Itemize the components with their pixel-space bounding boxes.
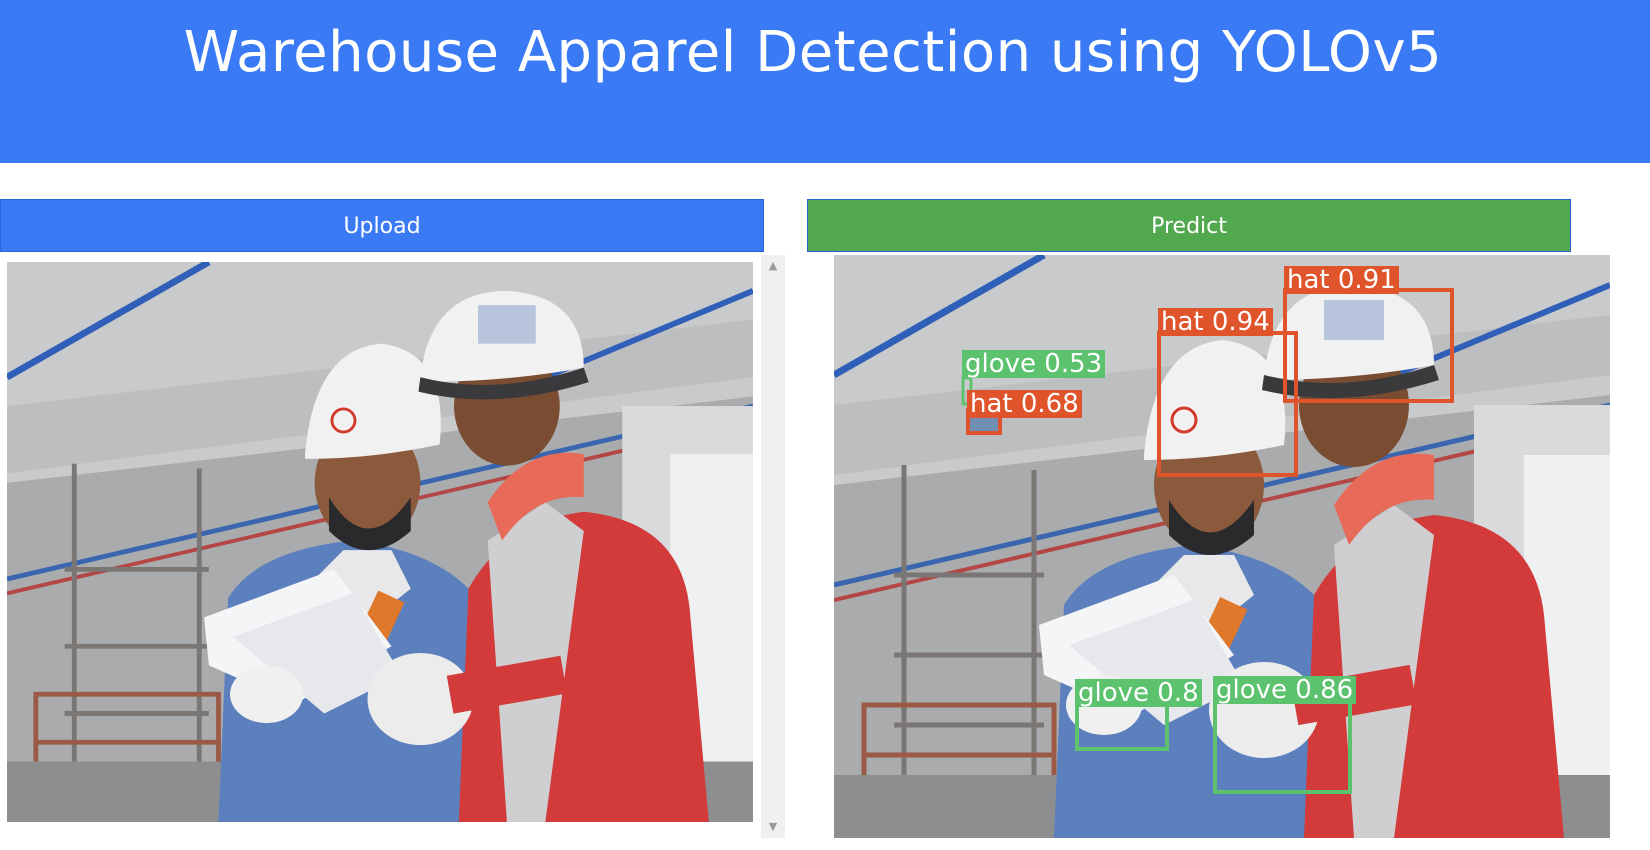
- app-page: Warehouse Apparel Detection using YOLOv5…: [0, 0, 1650, 850]
- detection-label: glove 0.53: [962, 350, 1106, 378]
- workers-photo: [7, 262, 753, 822]
- detection-label: hat 0.91: [1284, 266, 1399, 294]
- vertical-scrollbar[interactable]: ▲ ▼: [761, 255, 785, 838]
- uploaded-image-panel[interactable]: ▲ ▼: [0, 255, 785, 840]
- predict-button[interactable]: Predict: [807, 199, 1571, 252]
- page-title: Warehouse Apparel Detection using YOLOv5: [183, 20, 1443, 85]
- upload-button[interactable]: Upload: [0, 199, 764, 252]
- detection-label: hat 0.68: [967, 390, 1082, 418]
- header-banner: Warehouse Apparel Detection using YOLOv5: [0, 0, 1650, 163]
- detection-label: hat 0.94: [1158, 308, 1273, 336]
- detection-label: glove 0.8: [1075, 679, 1202, 707]
- uploaded-image: [7, 262, 753, 822]
- prediction-image: hat 0.91 hat 0.94 glove 0.53 hat 0.68 gl…: [834, 255, 1610, 838]
- workers-photo-annotated: [834, 255, 1610, 838]
- scroll-up-icon[interactable]: ▲: [761, 255, 785, 277]
- scroll-down-icon[interactable]: ▼: [761, 816, 785, 838]
- detection-label: glove 0.86: [1213, 676, 1357, 704]
